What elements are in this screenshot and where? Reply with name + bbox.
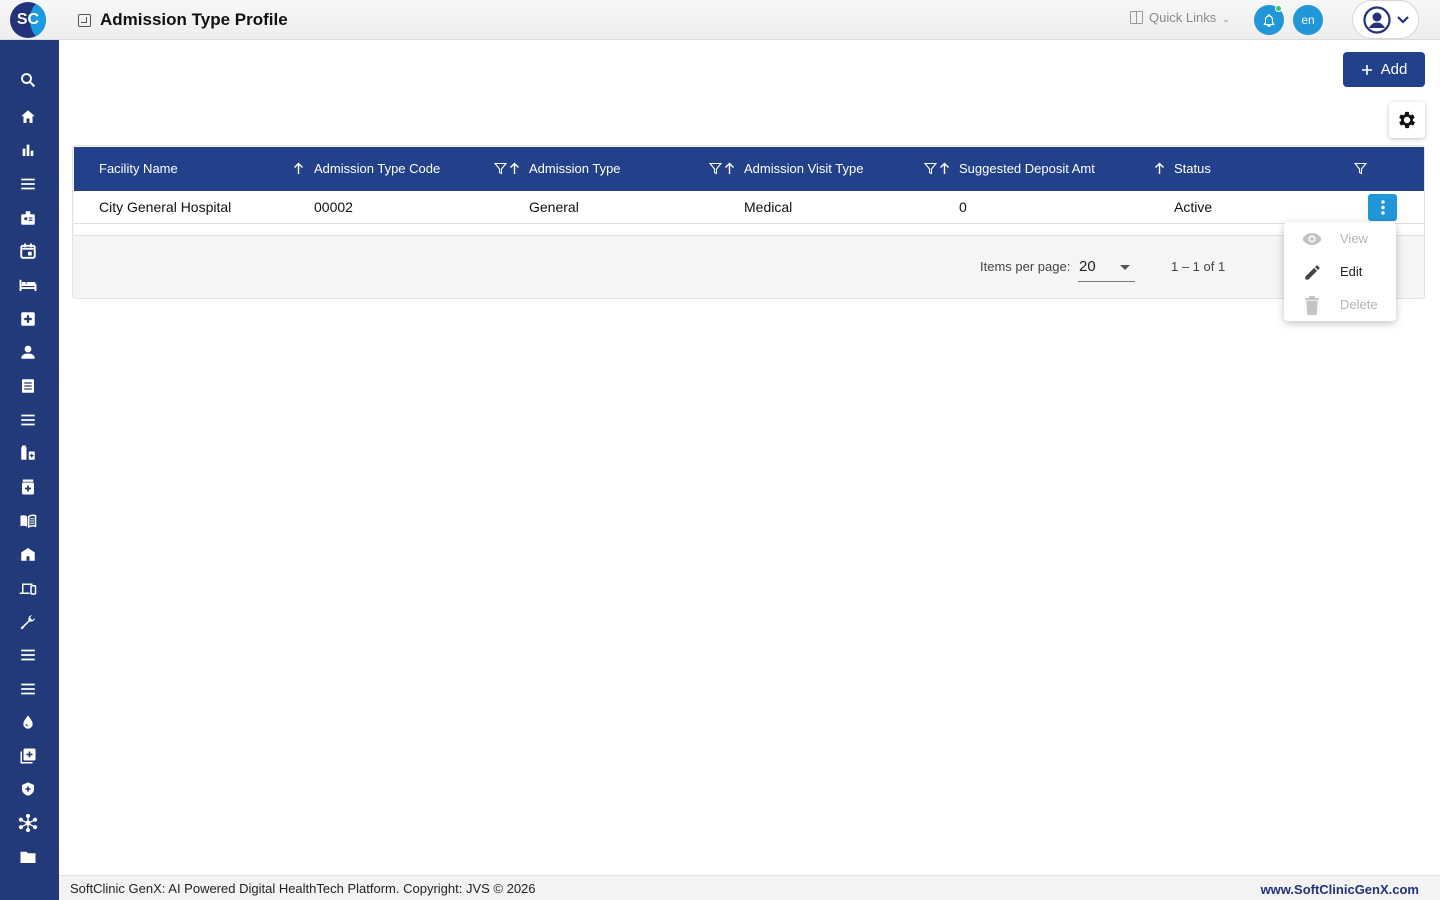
sidebar-document-icon[interactable] [17,375,39,397]
quick-links-menu[interactable]: Quick Links ⌄ [1130,10,1230,25]
column-header-admission-type-code[interactable]: Admission Type Code [314,161,440,176]
menu-item-edit[interactable]: Edit [1284,255,1396,288]
filter-icon[interactable] [924,162,937,175]
sidebar-calendar-icon[interactable] [17,240,39,262]
menu-item-view[interactable]: View [1284,222,1396,255]
sidebar-add-library-icon[interactable] [17,745,39,767]
menu-item-delete[interactable]: Delete [1284,288,1396,321]
cell-facility-name: City General Hospital [99,199,232,215]
sidebar-list-icon-3[interactable] [17,678,39,700]
sidebar-wrench-icon[interactable] [17,611,39,633]
column-header-admission-type[interactable]: Admission Type [529,161,621,176]
sidebar-menu-icon[interactable] [17,173,39,195]
sidebar-bed-icon[interactable] [17,274,39,296]
sort-controls-col-3[interactable] [709,162,735,175]
items-per-page-label: Items per page: [980,259,1071,274]
items-per-page-select[interactable]: 20 [1078,254,1135,282]
filter-icon[interactable] [709,162,722,175]
items-per-page-value: 20 [1079,258,1096,275]
sidebar-book-icon[interactable] [17,510,39,532]
column-header-admission-visit-type[interactable]: Admission Visit Type [744,161,863,176]
footer-copyright: SoftClinic GenX: AI Powered Digital Heal… [70,881,536,896]
sort-arrow-up-icon[interactable] [1154,162,1165,175]
table-header: Facility Name Admission Type Code Admiss… [74,147,1424,191]
add-button-label: Add [1380,61,1408,78]
sidebar-search-icon[interactable] [17,69,39,91]
gear-icon [1399,111,1415,129]
filter-icon[interactable] [494,162,507,175]
table-spacer-row [74,224,1424,236]
column-header-status[interactable]: Status [1174,161,1211,176]
row-actions-button[interactable] [1368,194,1397,221]
menu-item-delete-label: Delete [1340,297,1378,312]
sort-controls-col-2[interactable] [494,162,520,175]
trash-icon [1301,294,1323,316]
chevron-down-icon [1396,15,1409,24]
sidebar-medicine-icon[interactable] [17,476,39,498]
dropdown-caret-icon [1120,265,1130,270]
column-header-facility-name[interactable]: Facility Name [99,161,178,176]
page-title: Admission Type Profile [100,10,288,29]
sidebar-blood-drop-icon[interactable] [17,711,39,733]
sort-controls-col-1[interactable] [293,162,304,175]
sort-arrow-up-icon[interactable] [939,162,950,175]
sidebar-shield-icon[interactable] [17,778,39,800]
sort-controls-col-4[interactable] [924,162,950,175]
eye-icon [1301,228,1323,250]
bell-icon [1263,13,1275,27]
sidebar-network-icon[interactable] [17,812,39,834]
filter-control-col-6[interactable] [1354,162,1367,175]
sidebar-list-icon-2[interactable] [17,644,39,666]
sidebar-devices-icon[interactable] [17,577,39,599]
top-header: SC Admission Type Profile Quick Links ⌄ … [0,0,1440,40]
notifications-button[interactable] [1254,5,1284,35]
sidebar-person-icon[interactable] [17,341,39,363]
avatar-icon [1362,5,1391,34]
user-menu-button[interactable] [1352,0,1419,39]
sidebar-list-icon[interactable] [17,409,39,431]
pencil-icon [1301,261,1323,283]
language-button[interactable]: en [1293,5,1323,35]
menu-item-edit-label: Edit [1340,264,1363,279]
table-settings-button[interactable] [1389,102,1425,138]
row-actions-menu: View Edit Delete [1284,222,1396,321]
add-button[interactable]: Add [1343,52,1425,87]
table-row[interactable]: City General Hospital 00002 General Medi… [74,191,1424,224]
cell-admission-visit-type: Medical [744,199,793,215]
sidebar-analytics-icon[interactable] [17,139,39,161]
quick-links-label: Quick Links [1149,10,1217,25]
plus-icon [1361,64,1372,75]
filter-icon[interactable] [1354,162,1367,175]
more-vertical-icon [1380,200,1385,215]
pagination-range: 1 – 1 of 1 [1171,259,1226,274]
sort-controls-col-5[interactable] [1154,162,1165,175]
app-logo[interactable]: SC [10,2,46,38]
sidebar-pharmacy-icon[interactable] [17,442,39,464]
sidebar-medical-icon[interactable] [17,308,39,330]
cell-status: Active [1174,199,1213,215]
data-table: Facility Name Admission Type Code Admiss… [72,145,1425,299]
sort-arrow-up-icon[interactable] [509,162,520,175]
sidebar [0,40,59,900]
gift-icon [1130,11,1143,24]
footer: SoftClinic GenX: AI Powered Digital Heal… [59,875,1440,900]
sort-arrow-up-icon[interactable] [293,162,304,175]
footer-website-link[interactable]: www.SoftClinicGenX.com [1261,882,1419,897]
column-header-suggested-deposit-amt[interactable]: Suggested Deposit Amt [959,161,1095,176]
page-icon [78,14,91,27]
sidebar-badge-icon[interactable] [17,207,39,229]
sort-arrow-up-icon[interactable] [724,162,735,175]
menu-item-view-label: View [1340,231,1368,246]
cell-admission-type-code: 00002 [314,199,353,215]
chevron-down-icon: ⌄ [1222,13,1230,24]
sidebar-home-icon[interactable] [17,106,39,128]
sidebar-folder-icon[interactable] [17,846,39,868]
cell-admission-type: General [529,199,579,215]
notification-dot [1275,5,1282,12]
cell-suggested-deposit-amt: 0 [959,199,967,215]
sidebar-building-icon[interactable] [17,543,39,565]
